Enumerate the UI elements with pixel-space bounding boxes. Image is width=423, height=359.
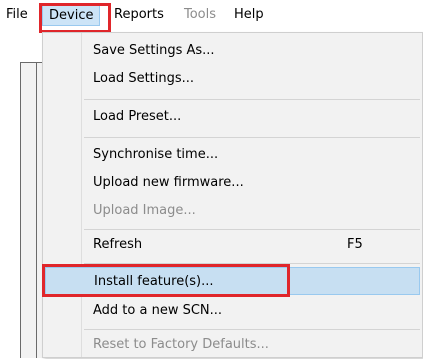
menu-device[interactable]: Device: [42, 4, 101, 26]
menu-tools[interactable]: Tools: [178, 4, 222, 26]
menu-reports[interactable]: Reports: [108, 4, 170, 26]
menu-item-upload-new-firmware[interactable]: Upload new firmware...: [45, 169, 420, 197]
menu-item-label: Synchronise time...: [93, 147, 219, 162]
background-panel: [21, 63, 42, 358]
menu-item-label: Upload new firmware...: [93, 175, 244, 190]
menu-separator: [84, 137, 420, 138]
menu-separator: [84, 99, 420, 100]
menu-item-label: Load Preset...: [93, 109, 182, 124]
menu-item-install-features[interactable]: Install feature(s)...: [45, 267, 420, 295]
menu-item-save-settings-as[interactable]: Save Settings As...: [45, 37, 420, 65]
menu-item-label: Load Settings...: [93, 71, 195, 86]
menu-item-label: Add to a new SCN...: [93, 303, 223, 318]
menu-item-label: Refresh: [93, 237, 143, 252]
menu-separator: [84, 329, 420, 330]
background-window-edge: [36, 62, 37, 358]
menu-help[interactable]: Help: [228, 4, 270, 26]
menu-item-add-to-new-scn[interactable]: Add to a new SCN...: [45, 297, 420, 325]
menu-bar: File Device Reports Tools Help: [0, 0, 423, 30]
menu-file[interactable]: File: [0, 4, 34, 26]
menu-item-label: Upload Image...: [93, 203, 196, 218]
menu-item-load-settings[interactable]: Load Settings...: [45, 65, 420, 93]
menu-item-label: Reset to Factory Defaults...: [93, 337, 269, 352]
menu-item-label: Save Settings As...: [93, 43, 215, 58]
menu-item-synchronise-time[interactable]: Synchronise time...: [45, 141, 420, 169]
menu-separator: [84, 229, 420, 230]
menu-separator: [84, 263, 420, 264]
menu-item-upload-image[interactable]: Upload Image...: [45, 197, 420, 225]
device-dropdown-menu: Save Settings As... Load Settings... Loa…: [42, 32, 423, 358]
refresh-shortcut-label: F5: [347, 237, 363, 252]
menu-item-load-preset[interactable]: Load Preset...: [45, 103, 420, 131]
menu-item-refresh[interactable]: Refresh F5: [45, 231, 420, 259]
menu-item-label: Install feature(s)...: [94, 274, 214, 289]
menu-item-reset-to-factory-defaults[interactable]: Reset to Factory Defaults...: [45, 331, 420, 359]
